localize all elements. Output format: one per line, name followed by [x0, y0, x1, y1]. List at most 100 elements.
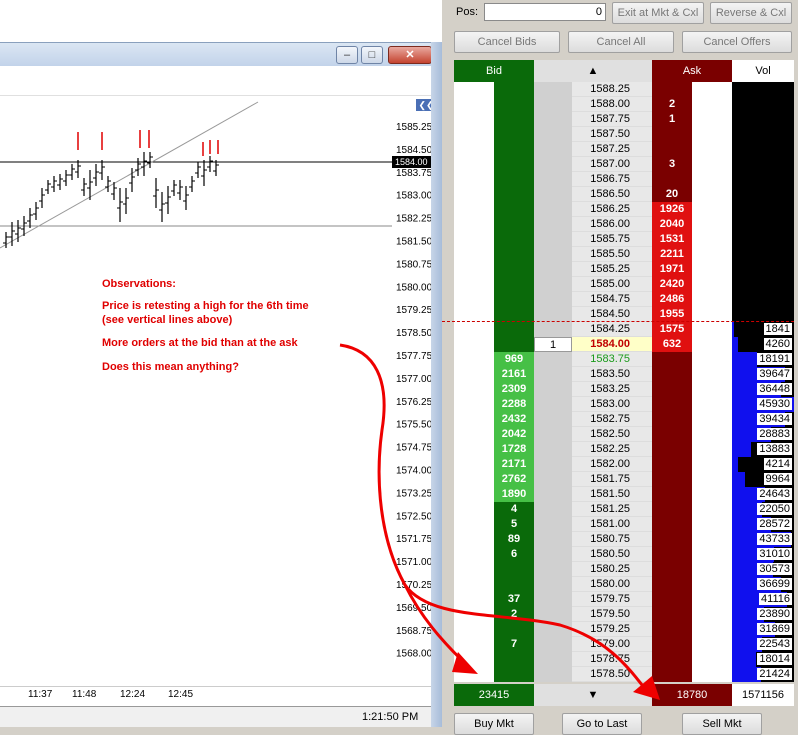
scroll-down-arrow-icon[interactable]: ▼ [534, 684, 652, 706]
price-cell[interactable]: 1587.25 [572, 142, 652, 157]
bid-order-cell[interactable] [454, 517, 494, 532]
bid-order-cell[interactable] [454, 97, 494, 112]
bid-order-cell[interactable] [454, 352, 494, 367]
bid-order-cell[interactable] [454, 427, 494, 442]
ask-size-cell[interactable]: 2040 [652, 217, 692, 232]
price-cell[interactable]: 1586.75 [572, 172, 652, 187]
bid-size-cell[interactable] [494, 97, 534, 112]
bid-size-cell[interactable] [494, 562, 534, 577]
bid-size-cell[interactable] [494, 277, 534, 292]
buy-market-button[interactable]: Buy Mkt [454, 713, 534, 735]
price-cell[interactable]: 1583.50 [572, 367, 652, 382]
ladder-row[interactable]: 2432 1582.75 39434 [454, 412, 794, 427]
ask-size-cell[interactable]: 1971 [652, 262, 692, 277]
bid-size-cell[interactable] [494, 202, 534, 217]
my-order-cell[interactable] [534, 472, 572, 487]
bid-order-cell[interactable] [454, 562, 494, 577]
bid-order-cell[interactable] [454, 292, 494, 307]
ask-size-cell[interactable] [652, 367, 692, 382]
ladder-row[interactable]: 1 1584.00 632 4260 [454, 337, 794, 352]
my-order-cell[interactable] [534, 547, 572, 562]
ask-order-cell[interactable] [692, 472, 732, 487]
ladder-row[interactable]: 1584.50 1955 [454, 307, 794, 322]
ladder-row[interactable]: 1585.25 1971 [454, 262, 794, 277]
price-cell[interactable]: 1587.50 [572, 127, 652, 142]
ask-order-cell[interactable] [692, 292, 732, 307]
bid-size-cell[interactable] [494, 127, 534, 142]
ask-size-cell[interactable] [652, 547, 692, 562]
ask-order-cell[interactable] [692, 427, 732, 442]
bid-size-cell[interactable] [494, 337, 534, 352]
bid-order-cell[interactable] [454, 667, 494, 682]
bid-size-cell[interactable] [494, 577, 534, 592]
bid-size-cell[interactable]: 2309 [494, 382, 534, 397]
ask-order-cell[interactable] [692, 667, 732, 682]
ask-order-cell[interactable] [692, 247, 732, 262]
ask-size-cell[interactable] [652, 142, 692, 157]
bid-size-cell[interactable] [494, 157, 534, 172]
bid-order-cell[interactable] [454, 172, 494, 187]
ask-order-cell[interactable] [692, 442, 732, 457]
minimize-button[interactable]: – [336, 46, 358, 64]
my-order-cell[interactable] [534, 517, 572, 532]
ask-order-cell[interactable] [692, 142, 732, 157]
bid-size-cell[interactable]: 6 [494, 547, 534, 562]
ask-order-cell[interactable] [692, 517, 732, 532]
my-order-cell[interactable] [534, 532, 572, 547]
ask-size-cell[interactable] [652, 652, 692, 667]
ladder-row[interactable]: 1587.25 [454, 142, 794, 157]
ask-order-cell[interactable] [692, 622, 732, 637]
my-order-cell[interactable] [534, 592, 572, 607]
bid-order-cell[interactable] [454, 187, 494, 202]
ask-order-cell[interactable] [692, 127, 732, 142]
ladder-row[interactable]: 2309 1583.25 36448 [454, 382, 794, 397]
price-cell[interactable]: 1587.00 [572, 157, 652, 172]
ladder-row[interactable]: 1580.00 36699 [454, 577, 794, 592]
bid-size-cell[interactable]: 1728 [494, 442, 534, 457]
my-order-cell[interactable] [534, 667, 572, 682]
my-order-cell[interactable] [534, 577, 572, 592]
ask-size-cell[interactable]: 1 [652, 112, 692, 127]
ask-order-cell[interactable] [692, 322, 732, 337]
price-cell[interactable]: 1578.50 [572, 667, 652, 682]
bid-size-cell[interactable]: 2171 [494, 457, 534, 472]
bid-size-cell[interactable]: 1890 [494, 487, 534, 502]
exit-at-market-button[interactable]: Exit at Mkt & Cxl [612, 2, 704, 24]
bid-order-cell[interactable] [454, 337, 494, 352]
ask-order-cell[interactable] [692, 397, 732, 412]
ladder-row[interactable]: 1587.50 [454, 127, 794, 142]
my-order-cell[interactable] [534, 487, 572, 502]
scroll-up-arrow-icon[interactable]: ▲ [534, 60, 652, 82]
price-cell[interactable]: 1586.25 [572, 202, 652, 217]
ask-size-cell[interactable] [652, 622, 692, 637]
bid-order-cell[interactable] [454, 577, 494, 592]
bid-size-cell[interactable] [494, 247, 534, 262]
bid-size-cell[interactable]: 969 [494, 352, 534, 367]
my-order-cell[interactable] [534, 202, 572, 217]
bid-order-cell[interactable] [454, 202, 494, 217]
price-cell[interactable]: 1585.25 [572, 262, 652, 277]
price-cell[interactable]: 1584.25 [572, 322, 652, 337]
reverse-button[interactable]: Reverse & Cxl [710, 2, 792, 24]
my-order-cell[interactable] [534, 127, 572, 142]
price-cell[interactable]: 1586.50 [572, 187, 652, 202]
my-order-cell[interactable] [534, 652, 572, 667]
ask-size-cell[interactable]: 1955 [652, 307, 692, 322]
price-cell[interactable]: 1584.00 [572, 337, 652, 352]
bid-order-cell[interactable] [454, 592, 494, 607]
ladder-row[interactable]: 1586.75 [454, 172, 794, 187]
ask-order-cell[interactable] [692, 577, 732, 592]
price-cell[interactable]: 1579.75 [572, 592, 652, 607]
bid-size-cell[interactable]: 89 [494, 532, 534, 547]
bid-size-cell[interactable] [494, 172, 534, 187]
my-order-cell[interactable] [534, 82, 572, 97]
price-cell[interactable]: 1583.75 [572, 352, 652, 367]
price-cell[interactable]: 1587.75 [572, 112, 652, 127]
price-cell[interactable]: 1588.00 [572, 97, 652, 112]
bid-order-cell[interactable] [454, 532, 494, 547]
my-order-cell[interactable] [534, 247, 572, 262]
my-order-cell[interactable] [534, 457, 572, 472]
my-order-cell[interactable] [534, 142, 572, 157]
ask-size-cell[interactable] [652, 592, 692, 607]
ask-size-cell[interactable] [652, 577, 692, 592]
